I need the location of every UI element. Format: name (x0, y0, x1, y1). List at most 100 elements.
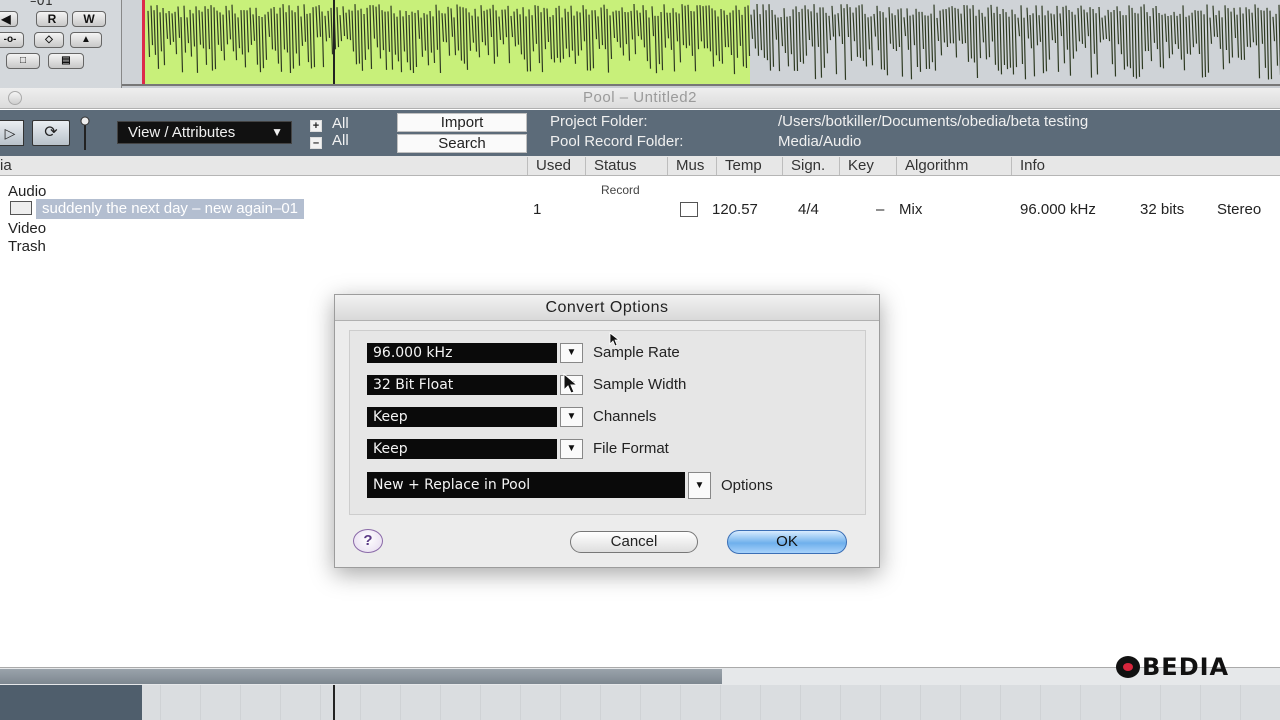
track-list-area (0, 685, 142, 720)
lanes-icon[interactable]: ▤ (48, 53, 84, 69)
column-signature[interactable]: Sign. (782, 157, 839, 175)
grid-line (920, 685, 921, 720)
write-automation-button[interactable]: W (72, 11, 106, 27)
cancel-button[interactable]: Cancel (570, 531, 698, 553)
clip-key: – (876, 201, 885, 218)
grid-line (640, 685, 641, 720)
speaker-icon[interactable]: ◀ (0, 11, 18, 27)
audio-event-lane[interactable] (122, 0, 1280, 86)
project-folder-path: /Users/botkiller/Documents/obedia/beta t… (778, 113, 1089, 130)
ok-button[interactable]: OK (727, 530, 847, 554)
folder-video[interactable]: Video (8, 220, 46, 237)
pool-record-folder-label: Pool Record Folder: (550, 133, 684, 150)
arrange-track-strip: –01 ◀ R W -o- ◇ ▲ □ ▤ (0, 0, 1280, 88)
pool-record-folder-path: Media/Audio (778, 133, 862, 150)
grid-line (800, 685, 801, 720)
grid-line (720, 685, 721, 720)
convert-options-dialog: Convert Options 96.000 kHz ▼ Sample Rate… (334, 294, 880, 568)
clip-channels: Stereo (1217, 201, 1262, 218)
column-key[interactable]: Key (839, 157, 896, 175)
pool-toolbar: ▷ ⟳ View / Attributes ▼ + All – All Import… (0, 110, 1280, 156)
preview-volume-slider[interactable] (80, 116, 90, 152)
track-name: –01 (30, 0, 54, 9)
pool-window-title: Pool – Untitled2 (583, 89, 697, 106)
eq-icon[interactable]: ◇ (34, 32, 64, 48)
sends-icon[interactable]: ▲ (70, 32, 102, 48)
clip-name-selected[interactable]: suddenly the next day – new again–01 (36, 199, 305, 219)
grid-line (560, 685, 561, 720)
play-icon[interactable]: ▷ (0, 120, 24, 146)
lock-icon[interactable]: □ (6, 53, 40, 69)
grid-line (960, 685, 961, 720)
clip-tempo: 120.57 (712, 201, 758, 218)
sample-width-select[interactable]: 32 Bit Float (367, 375, 557, 395)
mouse-pointer-icon (609, 332, 621, 347)
clip-algorithm[interactable]: Mix (899, 201, 922, 218)
column-temp[interactable]: Temp (716, 157, 782, 175)
loop-icon[interactable]: ⟳ (32, 120, 70, 146)
grid-line (160, 685, 161, 720)
track-control-panel: –01 ◀ R W -o- ◇ ▲ □ ▤ (0, 0, 122, 88)
help-icon[interactable]: ? (353, 529, 383, 553)
bottom-timeline (0, 685, 1280, 720)
insert-icon[interactable]: -o- (0, 32, 24, 48)
column-mus[interactable]: Mus (667, 157, 716, 175)
grid-line (1200, 685, 1201, 720)
column-algorithm[interactable]: Algorithm (896, 157, 1011, 175)
sample-rate-select[interactable]: 96.000 kHz (367, 343, 557, 363)
musical-mode-checkbox[interactable] (680, 202, 698, 217)
column-media[interactable]: ia (0, 157, 527, 175)
chevron-down-icon: ▼ (271, 125, 283, 139)
grid-line (600, 685, 601, 720)
record-folder-marker: Record (601, 183, 640, 197)
dropdown-arrow-icon[interactable]: ▼ (688, 472, 711, 499)
read-automation-button[interactable]: R (36, 11, 68, 27)
import-button[interactable]: Import (397, 113, 527, 132)
search-button[interactable]: Search (397, 134, 527, 153)
column-status[interactable]: Status (585, 157, 667, 175)
collapse-all-label: All (332, 132, 349, 149)
plus-icon: + (310, 120, 322, 132)
lane-divider (122, 84, 1280, 86)
dialog-title: Convert Options (335, 295, 879, 321)
mouse-pointer-icon (563, 373, 579, 394)
grid-line (400, 685, 401, 720)
minus-icon: – (310, 137, 322, 149)
view-attributes-menu[interactable]: View / Attributes ▼ (117, 121, 292, 144)
dropdown-arrow-icon[interactable]: ▼ (560, 343, 583, 363)
grid-line (1120, 685, 1121, 720)
column-used[interactable]: Used (527, 157, 585, 175)
grid-line (1160, 685, 1161, 720)
project-folder-label: Project Folder: (550, 113, 648, 130)
column-info[interactable]: Info (1011, 157, 1280, 175)
grid-line (760, 685, 761, 720)
dropdown-arrow-icon[interactable]: ▼ (560, 407, 583, 427)
grid-line (320, 685, 321, 720)
audio-clip-icon (10, 201, 32, 215)
grid-line (1000, 685, 1001, 720)
channels-select[interactable]: Keep (367, 407, 557, 427)
view-attributes-label: View / Attributes (128, 124, 236, 141)
grid-line (360, 685, 361, 720)
dialog-options-panel: 96.000 kHz ▼ Sample Rate 32 Bit Float ▼ … (349, 330, 866, 515)
grid-line (280, 685, 281, 720)
grid-line (240, 685, 241, 720)
waveform (147, 0, 1280, 86)
horizontal-scrollbar[interactable] (0, 667, 1280, 685)
grid-line (200, 685, 201, 720)
obedia-logo: BEDIA (1116, 653, 1229, 681)
grid-line (1040, 685, 1041, 720)
scrollbar-thumb[interactable] (0, 669, 722, 684)
expand-all-button[interactable]: + All (310, 115, 349, 132)
file-format-select[interactable]: Keep (367, 439, 557, 459)
dropdown-arrow-icon[interactable]: ▼ (560, 439, 583, 459)
collapse-all-button[interactable]: – All (310, 132, 349, 149)
clip-used-count: 1 (533, 201, 542, 218)
channels-label: Channels (593, 408, 657, 425)
clip-sample-rate: 96.000 kHz (1020, 201, 1096, 218)
folder-audio[interactable]: Audio (8, 183, 46, 200)
file-format-label: File Format (593, 440, 669, 457)
folder-trash[interactable]: Trash (8, 238, 46, 255)
project-cursor (333, 685, 335, 720)
options-select[interactable]: New + Replace in Pool (367, 472, 685, 498)
